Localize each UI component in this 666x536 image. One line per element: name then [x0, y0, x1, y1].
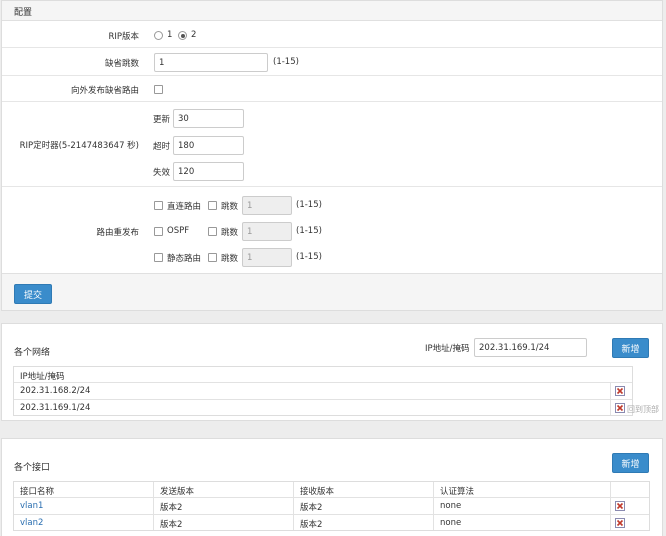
redistribute-static-range: (1-15) [296, 252, 322, 262]
divider [2, 47, 662, 48]
rip-timers-label: RIP定时器(5-2147483647 秒) [19, 141, 139, 151]
divider [2, 186, 662, 187]
redistribute-ospf-hops-label: 跳数 [221, 228, 239, 238]
table-cell: none [440, 501, 462, 511]
redistribute-ospf-label: OSPF [167, 226, 190, 236]
table-cell: none [440, 518, 462, 528]
redistribute-label: 路由重发布 [96, 228, 139, 238]
redistribute-ospf-hops-input[interactable] [242, 222, 292, 241]
config-panel-header: 配置 [2, 1, 662, 21]
delete-icon[interactable] [615, 501, 625, 511]
table-cell: 版本2 [160, 520, 183, 530]
divider [14, 399, 632, 400]
network-ip-input[interactable] [474, 338, 587, 357]
submit-button[interactable]: 提交 [14, 284, 52, 304]
timer-update-label: 更新 [153, 115, 171, 125]
rip-version-2-radio[interactable] [178, 31, 187, 40]
network-ip-label: IP地址/掩码 [425, 344, 470, 354]
table-cell: 版本2 [160, 503, 183, 513]
redistribute-connected-hops-checkbox[interactable] [208, 201, 217, 210]
interfaces-title: 各个接口 [14, 463, 51, 473]
delete-icon[interactable] [615, 518, 625, 528]
default-hops-label: 缺省跳数 [104, 59, 139, 69]
divider [433, 482, 434, 530]
redistribute-connected-hops-label: 跳数 [221, 202, 239, 212]
interface-link[interactable]: vlan1 [20, 501, 43, 511]
rip-version-1-label: 1 [167, 30, 173, 40]
table-cell: 版本2 [300, 520, 323, 530]
config-panel: 配置 RIP版本 1 2 缺省跳数 (1-15) 向外发布缺省路由 RIP定时器… [1, 0, 663, 311]
network-add-button[interactable]: 新增 [612, 338, 649, 358]
redistribute-static-hops-label: 跳数 [221, 254, 239, 264]
default-hops-range: (1-15) [273, 57, 299, 67]
networks-panel: 各个网络 IP地址/掩码 新增 IP地址/掩码 202.31.168.2/24 … [1, 323, 663, 421]
timer-timeout-input[interactable] [173, 136, 244, 155]
table-row: 202.31.169.1/24 [20, 403, 91, 413]
interfaces-panel: 各个接口 新增 接口名称 发送版本 接收版本 认证算法 vlan1 版本2 版本… [1, 438, 663, 536]
redistribute-connected-checkbox[interactable] [154, 201, 163, 210]
redistribute-ospf-hops-checkbox[interactable] [208, 227, 217, 236]
redistribute-static-label: 静态路由 [167, 254, 202, 264]
redistribute-ospf-checkbox[interactable] [154, 227, 163, 236]
advertise-default-label: 向外发布缺省路由 [70, 86, 139, 96]
redistribute-static-hops-checkbox[interactable] [208, 253, 217, 262]
redistribute-connected-label: 直连路由 [167, 202, 202, 212]
config-footer [2, 273, 662, 310]
interface-add-button[interactable]: 新增 [612, 453, 649, 473]
divider [610, 382, 611, 415]
networks-title: 各个网络 [14, 348, 51, 358]
timer-timeout-label: 超时 [153, 142, 171, 152]
timer-flush-input[interactable] [173, 162, 244, 181]
redistribute-connected-range: (1-15) [296, 200, 322, 210]
advertise-default-checkbox[interactable] [154, 85, 163, 94]
redistribute-ospf-range: (1-15) [296, 226, 322, 236]
default-hops-input[interactable] [154, 53, 268, 72]
col-header-send: 发送版本 [160, 487, 195, 497]
table-row: 202.31.168.2/24 [20, 386, 91, 396]
divider [14, 514, 649, 515]
divider [2, 101, 662, 102]
col-header-recv: 接收版本 [300, 487, 335, 497]
back-to-top-link[interactable]: 回到顶部 [627, 404, 659, 415]
redistribute-static-hops-input[interactable] [242, 248, 292, 267]
rip-version-label: RIP版本 [108, 32, 139, 42]
config-title: 配置 [14, 8, 33, 18]
delete-icon[interactable] [615, 386, 625, 396]
divider [153, 482, 154, 530]
networks-table-header: IP地址/掩码 [20, 372, 65, 382]
table-cell: 版本2 [300, 503, 323, 513]
delete-icon[interactable] [615, 403, 625, 413]
timer-update-input[interactable] [173, 109, 244, 128]
redistribute-connected-hops-input[interactable] [242, 196, 292, 215]
divider [610, 482, 611, 530]
divider [14, 382, 632, 383]
divider [14, 497, 649, 498]
redistribute-static-checkbox[interactable] [154, 253, 163, 262]
timer-flush-label: 失效 [153, 168, 171, 178]
divider [2, 75, 662, 76]
divider [293, 482, 294, 530]
interface-link[interactable]: vlan2 [20, 518, 43, 528]
col-header-interface: 接口名称 [20, 487, 55, 497]
rip-version-1-radio[interactable] [154, 31, 163, 40]
interfaces-table: 接口名称 发送版本 接收版本 认证算法 vlan1 版本2 版本2 none v… [13, 481, 650, 531]
col-header-auth: 认证算法 [440, 487, 475, 497]
networks-table: IP地址/掩码 202.31.168.2/24 202.31.169.1/24 [13, 366, 633, 416]
rip-version-2-label: 2 [191, 30, 197, 40]
